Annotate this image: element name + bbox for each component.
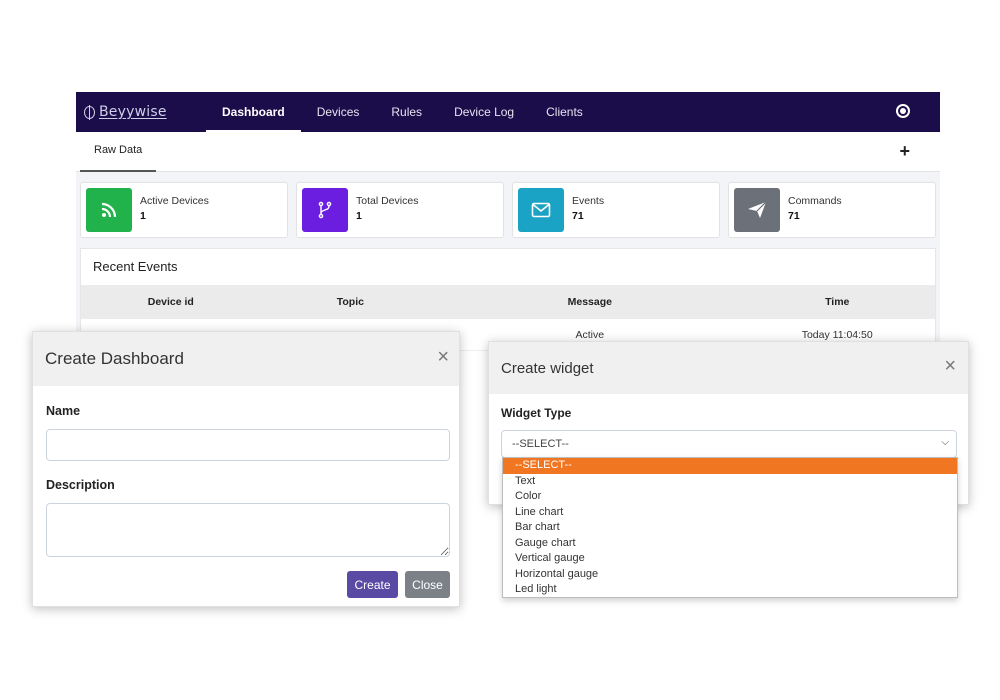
column-header-topic: Topic [336, 296, 364, 308]
events-table-header: Device id Topic Message Time [81, 285, 935, 319]
option-select[interactable]: --SELECT-- [503, 458, 957, 474]
cell-message: Active [575, 328, 605, 341]
close-button[interactable]: Close [405, 571, 450, 598]
widget-type-label: Widget Type [501, 406, 572, 420]
column-header-device-id: Device id [147, 296, 194, 308]
column-header-time: Time [825, 296, 850, 308]
stat-value: 71 [572, 210, 584, 222]
logo-mark-icon [84, 104, 95, 120]
rss-icon [86, 188, 132, 232]
close-icon[interactable]: × [944, 356, 956, 376]
modal-title: Create widget [501, 360, 594, 377]
modal-header: Create widget × [489, 342, 968, 394]
name-label: Name [46, 404, 81, 418]
fork-icon [302, 188, 348, 232]
option-vertical-gauge[interactable]: Vertical gauge [503, 551, 957, 567]
stat-cards: Active Devices 1 Total Devices 1 Events … [80, 182, 936, 238]
stat-label: Total Devices [356, 195, 419, 207]
widget-type-select[interactable]: --SELECT-- ⌵ [501, 430, 957, 458]
create-button[interactable]: Create [347, 571, 398, 598]
nav-devices[interactable]: Devices [301, 92, 376, 132]
nav-rules[interactable]: Rules [375, 92, 438, 132]
cell-time: Today 11:04:50 [801, 328, 873, 341]
option-led-light[interactable]: Led light [503, 582, 957, 598]
column-header-message: Message [567, 296, 612, 308]
option-horizontal-gauge[interactable]: Horizontal gauge [503, 567, 957, 583]
create-dashboard-modal: Create Dashboard × Name Description Crea… [32, 331, 460, 607]
option-color[interactable]: Color [503, 489, 957, 505]
stat-value: 1 [356, 210, 362, 222]
nav-device-log[interactable]: Device Log [438, 92, 530, 132]
stat-card-events: Events 71 [512, 182, 720, 238]
brand-name: Beyywise [99, 104, 167, 120]
stat-card-total-devices: Total Devices 1 [296, 182, 504, 238]
stat-value: 1 [140, 210, 146, 222]
modal-title: Create Dashboard [45, 349, 184, 368]
nav-clients[interactable]: Clients [530, 92, 599, 132]
envelope-icon [518, 188, 564, 232]
stat-card-active-devices: Active Devices 1 [80, 182, 288, 238]
tab-bar: Raw Data + [76, 132, 940, 172]
close-icon[interactable]: × [437, 347, 449, 367]
name-input[interactable] [46, 429, 450, 461]
stat-card-commands: Commands 71 [728, 182, 936, 238]
chevron-down-icon: ⌵ [941, 437, 949, 448]
option-bar-chart[interactable]: Bar chart [503, 520, 957, 536]
modal-header: Create Dashboard × [33, 332, 459, 386]
description-textarea[interactable] [46, 503, 450, 557]
stat-label: Active Devices [140, 195, 209, 207]
user-circle-icon[interactable] [896, 104, 910, 118]
brand-logo[interactable]: Beyywise [84, 104, 206, 120]
stat-label: Commands [788, 195, 842, 207]
tab-raw-data[interactable]: Raw Data [80, 132, 157, 172]
paper-plane-icon [734, 188, 780, 232]
description-label: Description [46, 478, 115, 492]
select-value: --SELECT-- [512, 438, 569, 450]
nav-dashboard[interactable]: Dashboard [206, 92, 301, 132]
option-text[interactable]: Text [503, 474, 957, 490]
recent-events-title: Recent Events [93, 259, 178, 274]
plus-icon[interactable]: + [899, 141, 910, 162]
top-navbar: Beyywise Dashboard Devices Rules Device … [76, 92, 940, 132]
stat-label: Events [572, 195, 605, 207]
option-gauge-chart[interactable]: Gauge chart [503, 536, 957, 552]
stat-value: 71 [788, 210, 800, 222]
widget-type-dropdown: --SELECT-- Text Color Line chart Bar cha… [502, 457, 958, 598]
option-line-chart[interactable]: Line chart [503, 505, 957, 521]
